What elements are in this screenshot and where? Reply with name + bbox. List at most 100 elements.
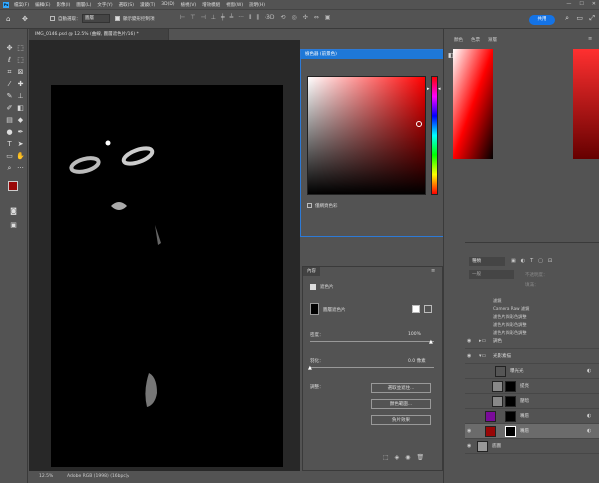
menu-edit[interactable]: 編輯(E) (35, 2, 50, 8)
pen-tool-icon[interactable]: ✒ (16, 128, 25, 137)
zoom-tool-icon[interactable]: ⌕ (5, 164, 14, 173)
opacity-label[interactable]: 不透明度： (525, 272, 548, 278)
minimize-icon[interactable]: — (566, 1, 571, 7)
sub-item[interactable]: 濾色片與彩色調整 (465, 321, 599, 329)
layer-row[interactable]: 提亮 (465, 379, 599, 394)
align-bottom-icon[interactable]: ╧ (230, 14, 234, 22)
lasso-tool-icon[interactable]: ℓ (5, 56, 14, 65)
blend-mode-dropdown[interactable]: 一般 (469, 270, 514, 279)
menu-select[interactable]: 選取(S) (119, 2, 134, 8)
fill-label[interactable]: 填滿： (525, 282, 539, 288)
show-transform-checkbox[interactable] (115, 16, 120, 21)
healing-tool-icon[interactable]: ✚ (16, 80, 25, 89)
quick-mask-icon[interactable]: ◙ (9, 207, 18, 216)
distribute2-icon[interactable]: ⫼ (256, 14, 259, 22)
brush-tool-icon[interactable]: ✎ (5, 92, 14, 101)
filter-smart-icon[interactable]: ⊡ (548, 258, 552, 264)
feather-value[interactable]: 0.0 像素 (408, 358, 426, 364)
move-tool-icon[interactable]: ✥ (5, 44, 14, 53)
menu-window[interactable]: 視窗(W) (226, 2, 243, 8)
vector-mask-icon[interactable] (424, 305, 432, 313)
menu-help[interactable]: 說明(H) (249, 2, 265, 8)
menu-plugins[interactable]: 增效模組 (202, 2, 220, 8)
delete-icon[interactable]: 🗑 (417, 454, 425, 461)
filter-shape-icon[interactable]: ▢ (538, 258, 543, 264)
path-select-icon[interactable]: ➤ (16, 140, 25, 149)
menu-file[interactable]: 檔案(F) (14, 2, 29, 8)
menu-view[interactable]: 檢視(V) (181, 2, 197, 8)
slide-icon[interactable]: ⇔ (314, 14, 319, 21)
visibility-eye-icon[interactable] (467, 383, 473, 389)
tab-gradients[interactable]: 漸層 (488, 37, 497, 43)
expand-icon[interactable]: ⤢ (589, 14, 595, 23)
visibility-eye-icon[interactable]: ◉ (467, 428, 473, 434)
menu-layer[interactable]: 圖層(L) (76, 2, 91, 8)
visibility-eye-icon[interactable] (467, 398, 473, 404)
layer-row[interactable]: 壓暗 (465, 394, 599, 409)
visibility-eye-icon[interactable]: ◉ (467, 443, 473, 449)
roll-icon[interactable]: ◎ (291, 14, 296, 21)
orbit-icon[interactable]: ⟲ (280, 14, 285, 21)
density-slider[interactable] (310, 341, 434, 342)
eraser-tool-icon[interactable]: ◧ (16, 104, 25, 113)
slider-arrow-right-icon[interactable]: ◂ (438, 86, 441, 92)
layer-row[interactable]: ◉ 底圖 (465, 439, 599, 454)
filter-pixel-icon[interactable]: ▣ (511, 258, 516, 264)
filter-adjust-icon[interactable]: ◐ (521, 258, 525, 264)
color-ramp[interactable] (573, 49, 599, 159)
zoom-level[interactable]: 12.5% (39, 471, 53, 483)
layer-row[interactable]: ◉ ▸▭ 調色 (465, 334, 599, 349)
crop-tool-icon[interactable]: ⌗ (5, 68, 14, 77)
load-selection-icon[interactable]: ⬚ (383, 454, 389, 461)
sub-item[interactable]: 濾色片與彩色調整 (465, 313, 599, 321)
color-panel-field[interactable] (453, 49, 493, 159)
slider-arrow-left-icon[interactable]: ▸ (427, 86, 430, 92)
visibility-eye-icon[interactable] (467, 413, 473, 419)
menu-type[interactable]: 文字(Y) (97, 2, 112, 8)
web-colors-checkbox[interactable] (307, 203, 312, 208)
share-button[interactable]: 共用 (529, 15, 555, 25)
layer-row[interactable]: ◉ ▾▭ 光影素描 (465, 349, 599, 364)
sub-item[interactable]: 濾鏡 (465, 297, 599, 305)
screen-mode-icon[interactable]: ▣ (9, 221, 18, 230)
select-and-mask-button[interactable]: 選取並遮住... (371, 383, 431, 393)
workspace-icon[interactable]: ▭ (576, 14, 583, 22)
sub-item[interactable]: Camera Raw 濾鏡 (465, 305, 599, 313)
tab-swatches[interactable]: 色票 (471, 37, 480, 43)
feather-handle[interactable]: ▲ (308, 365, 312, 371)
type-tool-icon[interactable]: T (5, 140, 14, 149)
drag-icon[interactable]: ✣ (303, 14, 308, 21)
align-middle-icon[interactable]: ╪ (221, 14, 225, 22)
eyedropper-tool-icon[interactable]: ⁄ (5, 80, 14, 89)
layer-filter-dropdown[interactable]: 種類 (469, 257, 505, 266)
feather-slider[interactable] (310, 367, 434, 368)
document-canvas[interactable] (51, 85, 283, 467)
effects-icon[interactable]: ◐ (587, 428, 591, 434)
move-tool-icon[interactable]: ✥ (22, 15, 28, 23)
hand-tool-icon[interactable]: ✋ (16, 152, 25, 161)
auto-select-checkbox[interactable] (50, 16, 55, 21)
panel-menu-icon[interactable]: ≡ (431, 268, 435, 274)
artboard-tool-icon[interactable]: ⬚ (16, 44, 25, 53)
apply-mask-icon[interactable]: ◈ (395, 454, 400, 461)
visibility-eye-icon[interactable]: ◉ (467, 338, 473, 344)
gradient-tool-icon[interactable]: ▤ (5, 116, 14, 125)
tab-color[interactable]: 顏色 (454, 37, 463, 43)
filter-type-icon[interactable]: T (530, 258, 533, 264)
align-top-icon[interactable]: ⊥ (211, 14, 216, 22)
select-tool-icon[interactable]: ⬚ (16, 56, 25, 65)
stamp-tool-icon[interactable]: ⊥ (16, 92, 25, 101)
shape-tool-icon[interactable]: ▭ (5, 152, 14, 161)
effects-icon[interactable]: ◐ (587, 368, 591, 374)
home-icon[interactable]: ⌂ (6, 15, 10, 23)
status-arrow-icon[interactable]: › (127, 471, 129, 483)
color-mode-icon[interactable]: ◧ (448, 52, 454, 59)
close-icon[interactable]: ✕ (592, 1, 596, 7)
align-center-icon[interactable]: ⊤ (190, 14, 195, 22)
blur-tool-icon[interactable]: ◆ (16, 116, 25, 125)
color-picker-cursor[interactable] (416, 121, 422, 127)
search-icon[interactable]: ⌕ (565, 14, 569, 23)
menu-filter[interactable]: 濾鏡(T) (140, 2, 155, 8)
more-icon[interactable]: ··· (238, 14, 244, 22)
layer-row[interactable]: 嘴唇 ◐ (465, 409, 599, 424)
